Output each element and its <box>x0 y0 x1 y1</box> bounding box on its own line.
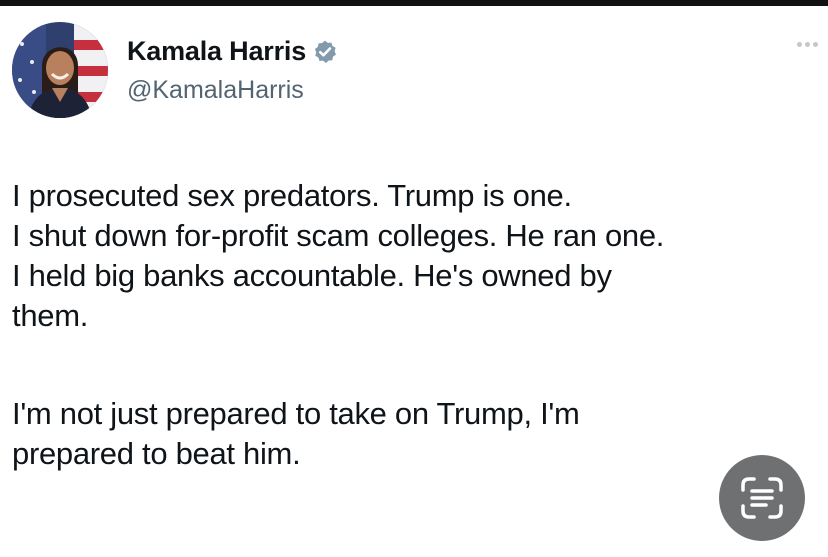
display-name[interactable]: Kamala Harris <box>127 36 338 67</box>
tweet-text: I prosecuted sex predators. Trump is one… <box>12 176 822 474</box>
user-handle[interactable]: @KamalaHarris <box>127 76 304 105</box>
avatar[interactable] <box>12 22 108 118</box>
tweet-line: I shut down for-profit scam colleges. He… <box>12 218 665 253</box>
more-dot <box>813 42 818 47</box>
tweet-line: them. <box>12 298 89 333</box>
tweet-line: I'm not just prepared to take on Trump, … <box>12 396 580 431</box>
display-name-text[interactable]: Kamala Harris <box>127 36 306 67</box>
tweet-line: I prosecuted sex predators. Trump is one… <box>12 178 572 213</box>
avatar-photo <box>12 22 108 118</box>
verified-badge-icon <box>314 40 336 63</box>
more-options-icon[interactable] <box>797 42 818 47</box>
text-scan-icon <box>741 477 783 519</box>
tweet-line: I held big banks accountable. He's owned… <box>12 258 612 293</box>
more-dot <box>805 42 810 47</box>
more-dot <box>797 42 802 47</box>
top-border <box>0 0 828 6</box>
text-scan-button[interactable] <box>719 455 805 541</box>
tweet-line: prepared to beat him. <box>12 436 301 471</box>
